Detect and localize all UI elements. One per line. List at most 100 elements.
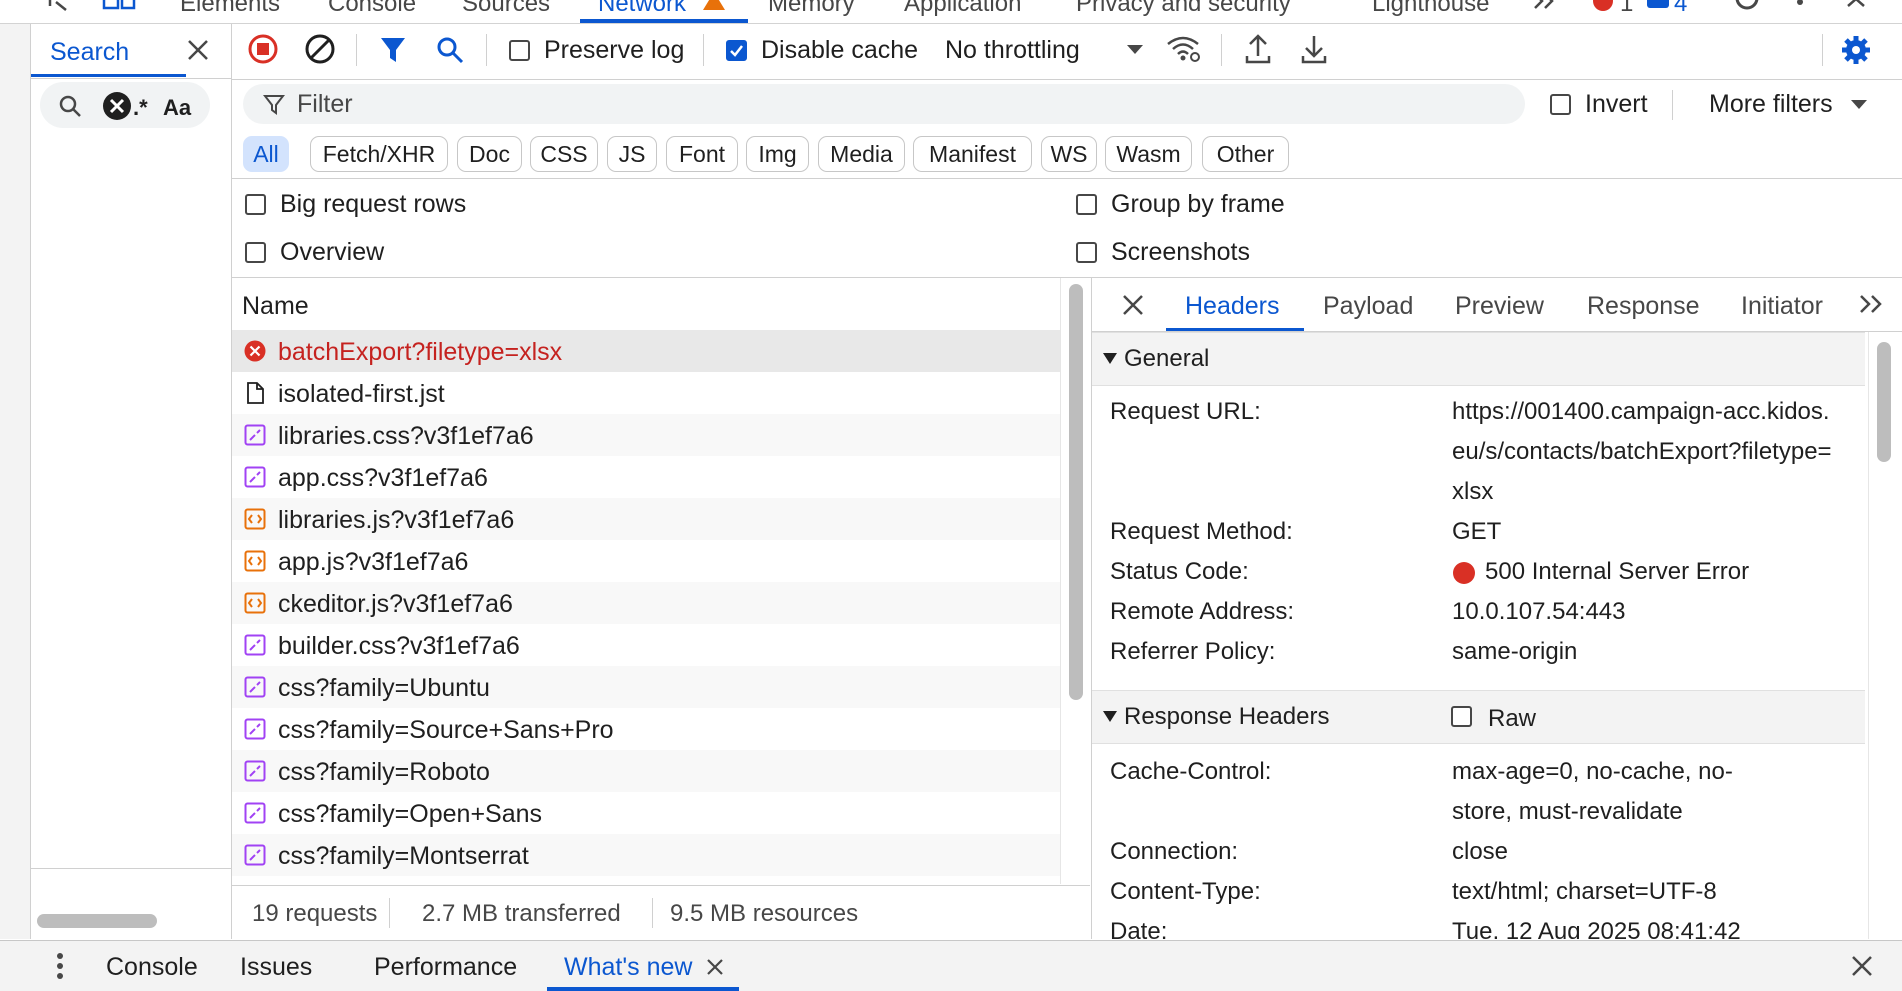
regex-toggle[interactable]: .* — [133, 95, 148, 121]
tab-initiator[interactable]: Initiator — [1741, 292, 1823, 321]
close-search-icon[interactable] — [186, 38, 210, 62]
tab-headers[interactable]: Headers — [1185, 292, 1280, 321]
close-whats-new-icon[interactable] — [706, 958, 724, 976]
tab-preview[interactable]: Preview — [1455, 292, 1544, 321]
chip-other[interactable]: Other — [1202, 136, 1289, 172]
name-column-header[interactable]: Name — [232, 278, 1060, 331]
chip-fetch-xhr[interactable]: Fetch/XHR — [310, 136, 448, 172]
request-list-scrollbar[interactable] — [1060, 278, 1091, 884]
tab-network[interactable]: Network — [598, 0, 686, 18]
raw-checkbox[interactable] — [1451, 706, 1472, 727]
request-row[interactable]: batchExport?filetype=xlsx — [232, 330, 1060, 372]
tab-elements[interactable]: Elements — [180, 0, 280, 18]
chip-media[interactable]: Media — [818, 136, 905, 172]
chevron-down-icon[interactable] — [1851, 100, 1867, 110]
general-section-header[interactable]: General — [1092, 332, 1865, 386]
tab-console[interactable]: Console — [328, 0, 416, 18]
close-drawer-icon[interactable] — [1851, 955, 1873, 977]
request-row[interactable]: ckeditor.js?v3f1ef7a6 — [232, 582, 1060, 624]
group-by-frame-checkbox[interactable] — [1076, 194, 1097, 215]
request-row[interactable]: css?family=Montserrat — [232, 834, 1060, 876]
throttling-select[interactable]: No throttling — [945, 36, 1080, 65]
chip-css[interactable]: CSS — [530, 136, 598, 172]
invert-label[interactable]: Invert — [1585, 90, 1648, 119]
error-count-icon[interactable] — [1592, 0, 1614, 12]
error-count[interactable]: 1 — [1620, 0, 1633, 18]
big-request-rows-label[interactable]: Big request rows — [280, 190, 466, 219]
request-row[interactable]: libraries.css?v3f1ef7a6 — [232, 414, 1060, 456]
chip-js[interactable]: JS — [607, 136, 657, 172]
filter-input[interactable] — [297, 88, 897, 120]
network-conditions-icon[interactable] — [1166, 34, 1202, 64]
screenshots-label[interactable]: Screenshots — [1111, 238, 1250, 267]
invert-checkbox[interactable] — [1550, 94, 1571, 115]
preserve-log-checkbox[interactable] — [509, 40, 530, 61]
scrollbar-thumb[interactable] — [1069, 284, 1083, 700]
request-row[interactable]: libraries.js?v3f1ef7a6 — [232, 498, 1060, 540]
disable-cache-label[interactable]: Disable cache — [761, 36, 918, 65]
more-tabs-icon[interactable] — [1532, 0, 1556, 10]
tab-privacy-security[interactable]: Privacy and security — [1076, 0, 1291, 18]
group-by-frame-label[interactable]: Group by frame — [1111, 190, 1285, 219]
overview-checkbox[interactable] — [245, 242, 266, 263]
inspect-element-icon[interactable] — [48, 0, 72, 12]
close-details-icon[interactable] — [1122, 294, 1144, 316]
tab-memory[interactable]: Memory — [768, 0, 855, 18]
stop-recording-icon[interactable] — [248, 34, 278, 64]
match-case-toggle[interactable]: Aa — [163, 95, 191, 121]
device-toolbar-icon[interactable] — [102, 0, 136, 12]
tab-application[interactable]: Application — [904, 0, 1021, 18]
request-row[interactable]: css?family=Open+Sans — [232, 792, 1060, 834]
chevron-down-icon[interactable] — [1127, 45, 1143, 55]
filter-box[interactable] — [243, 84, 1525, 124]
search-panel-title[interactable]: Search — [50, 38, 129, 67]
more-detail-tabs-icon[interactable] — [1858, 294, 1884, 314]
chip-wasm[interactable]: Wasm — [1105, 136, 1192, 172]
more-filters-dropdown[interactable]: More filters — [1709, 90, 1833, 119]
request-row[interactable]: css?family=Source+Sans+Pro — [232, 708, 1060, 750]
chip-manifest[interactable]: Manifest — [913, 136, 1032, 172]
chip-img[interactable]: Img — [746, 136, 809, 172]
request-row[interactable]: isolated-first.jst — [232, 372, 1060, 414]
settings-gear-top-icon[interactable] — [1732, 0, 1762, 12]
chip-all[interactable]: All — [243, 136, 289, 172]
search-horizontal-scrollbar[interactable] — [37, 914, 157, 928]
request-row[interactable]: css?family=Ubuntu — [232, 666, 1060, 708]
scrollbar-thumb[interactable] — [1877, 342, 1891, 462]
clear-search-icon[interactable] — [102, 91, 132, 121]
export-har-icon[interactable] — [1300, 34, 1328, 64]
drawer-tab-issues[interactable]: Issues — [240, 953, 312, 982]
clear-log-icon[interactable] — [305, 34, 335, 64]
chip-font[interactable]: Font — [666, 136, 738, 172]
drawer-tab-console[interactable]: Console — [106, 953, 198, 982]
raw-label[interactable]: Raw — [1488, 705, 1536, 733]
request-row[interactable]: builder.css?v3f1ef7a6 — [232, 624, 1060, 666]
tab-sources[interactable]: Sources — [462, 0, 550, 18]
close-devtools-icon[interactable] — [1846, 0, 1868, 8]
message-count-icon[interactable] — [1646, 0, 1670, 12]
chip-doc[interactable]: Doc — [457, 136, 522, 172]
message-count[interactable]: 4 — [1674, 0, 1687, 18]
filter-funnel-icon[interactable] — [380, 36, 406, 64]
chip-ws[interactable]: WS — [1041, 136, 1097, 172]
network-settings-gear-icon[interactable] — [1840, 34, 1872, 66]
tab-response[interactable]: Response — [1587, 292, 1700, 321]
tab-lighthouse[interactable]: Lighthouse — [1372, 0, 1489, 18]
details-scrollbar[interactable] — [1868, 332, 1899, 939]
overview-label[interactable]: Overview — [280, 238, 384, 267]
drawer-tab-whats-new[interactable]: What's new — [564, 953, 692, 982]
search-network-icon[interactable] — [436, 36, 464, 64]
import-har-icon[interactable] — [1244, 34, 1272, 64]
drawer-menu-icon[interactable] — [56, 953, 64, 979]
request-row[interactable]: app.css?v3f1ef7a6 — [232, 456, 1060, 498]
request-row[interactable]: css?family=Roboto — [232, 750, 1060, 792]
preserve-log-label[interactable]: Preserve log — [544, 36, 684, 65]
tab-payload[interactable]: Payload — [1323, 292, 1413, 321]
disable-cache-checkbox[interactable] — [726, 40, 747, 61]
screenshots-checkbox[interactable] — [1076, 242, 1097, 263]
response-headers-section-header[interactable]: Response Headers Raw — [1092, 690, 1865, 744]
kebab-menu-icon[interactable] — [1796, 0, 1804, 8]
big-request-rows-checkbox[interactable] — [245, 194, 266, 215]
request-row[interactable]: app.js?v3f1ef7a6 — [232, 540, 1060, 582]
drawer-tab-performance[interactable]: Performance — [374, 953, 517, 982]
